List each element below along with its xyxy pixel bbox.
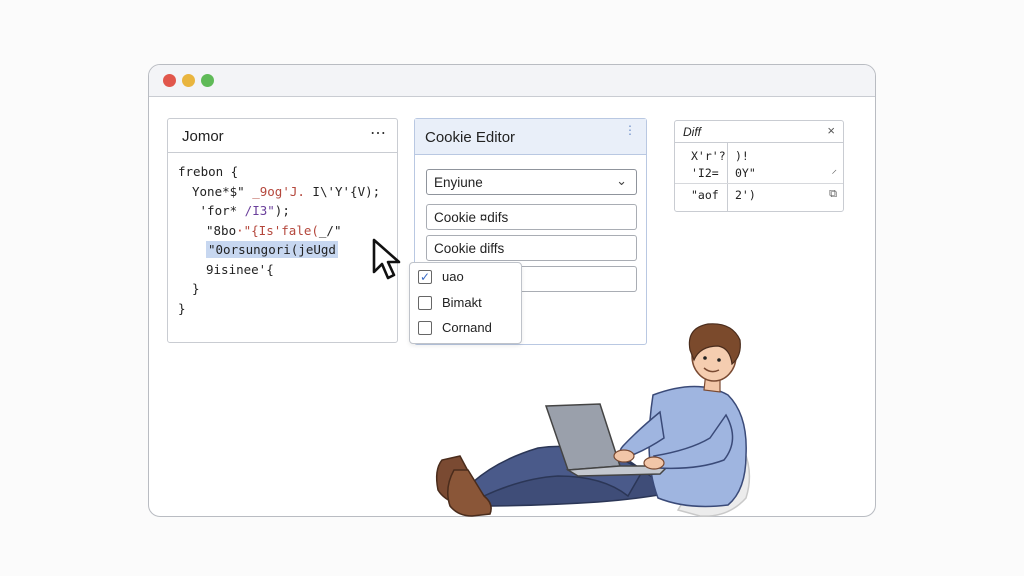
more-icon[interactable]: ⋯ [370,123,387,143]
diff-left-cell: 'I2= [691,166,719,180]
code-line[interactable]: "0orsungori(jeUgd [178,240,380,260]
cookie-field-2-value: Cookie diffs [434,241,505,256]
code-token: } [192,281,200,296]
code-area[interactable]: frebon { Yone*$" _9og'J. I\'Y'{V); 'for* … [178,162,380,318]
select-value: Enyiune [434,175,483,190]
chevron-icon: ⸝ [831,163,838,176]
diff-right-cell: )! [735,149,749,163]
cookie-editor-title: Cookie Editor [425,129,516,146]
cookie-field-1-value: Cookie ¤difs [434,210,509,225]
diff-separator [675,183,843,184]
code-token: /I3" [237,203,275,218]
minimize-window-button[interactable] [182,74,195,87]
diff-divider [727,143,728,211]
diff-right-cell: 2') [735,188,756,202]
code-line[interactable]: } [178,299,380,319]
code-token: Yone*$" [192,183,253,199]
code-token: "8bo [206,222,237,238]
more-icon[interactable]: ⋮ [624,124,636,136]
diff-header: Diff × [675,121,843,143]
diff-panel: Diff × X'r'? )! 'I2= 0Y" ⸝ "aof 2') ⧉ [674,120,844,212]
code-token: 9isinee'{ [206,261,274,277]
mouse-cursor-icon [372,238,401,280]
code-editor-panel: Jomor ⋯ frebon { Yone*$" _9og'J. I\'Y'{V)… [167,118,398,343]
code-line[interactable]: 9isinee'{ [178,260,380,280]
code-token: _9og'J. [252,183,305,199]
close-window-button[interactable] [163,74,176,87]
code-line[interactable]: "8bo·"{Is'fale(_/" [178,221,380,241]
code-token: I\'Y'{V); [304,183,381,199]
close-icon[interactable]: × [827,123,835,138]
code-token: ·"{Is'fale( [236,222,319,238]
code-token: } [178,300,186,316]
code-token: "0orsungori(jeUgd [208,242,336,257]
checkbox-icon[interactable] [418,295,432,310]
browser-titlebar [149,65,875,97]
copy-icon[interactable]: ⧉ [829,187,837,201]
dropdown-item-label: Bimakt [442,295,482,310]
person-with-laptop-illustration [435,323,751,517]
chevron-down-icon: ⌄ [616,173,627,188]
diff-left-cell: X'r'? [691,149,726,163]
code-line[interactable]: } [178,279,380,299]
code-line[interactable]: frebon { [178,162,380,182]
editor-title: Jomor [182,128,224,145]
code-token: _/" [318,222,342,238]
cookie-editor-header: Cookie Editor ⋮ [415,119,646,155]
checkbox-icon[interactable]: ✓ [418,269,432,284]
code-line[interactable]: Yone*$" _9og'J. I\'Y'{V); [178,182,380,202]
code-token: 'for* [192,203,238,218]
code-token: ); [274,203,290,218]
environment-select[interactable]: Enyiune ⌄ [426,169,637,195]
editor-header: Jomor ⋯ [168,119,397,153]
diff-title: Diff [683,125,701,139]
dropdown-item-1[interactable]: ✓ uao [418,269,464,289]
maximize-window-button[interactable] [201,74,214,87]
code-token: frebon { [178,164,239,179]
code-line[interactable]: 'for* /I3"); [178,201,380,221]
diff-left-cell: "aof [691,188,719,202]
diff-right-cell: 0Y" [735,166,756,180]
dropdown-item-label: uao [442,269,464,284]
cookie-field-1[interactable]: Cookie ¤difs [426,204,637,230]
cookie-field-2[interactable]: Cookie diffs [426,235,637,261]
dropdown-item-2[interactable]: Bimakt [418,295,482,315]
